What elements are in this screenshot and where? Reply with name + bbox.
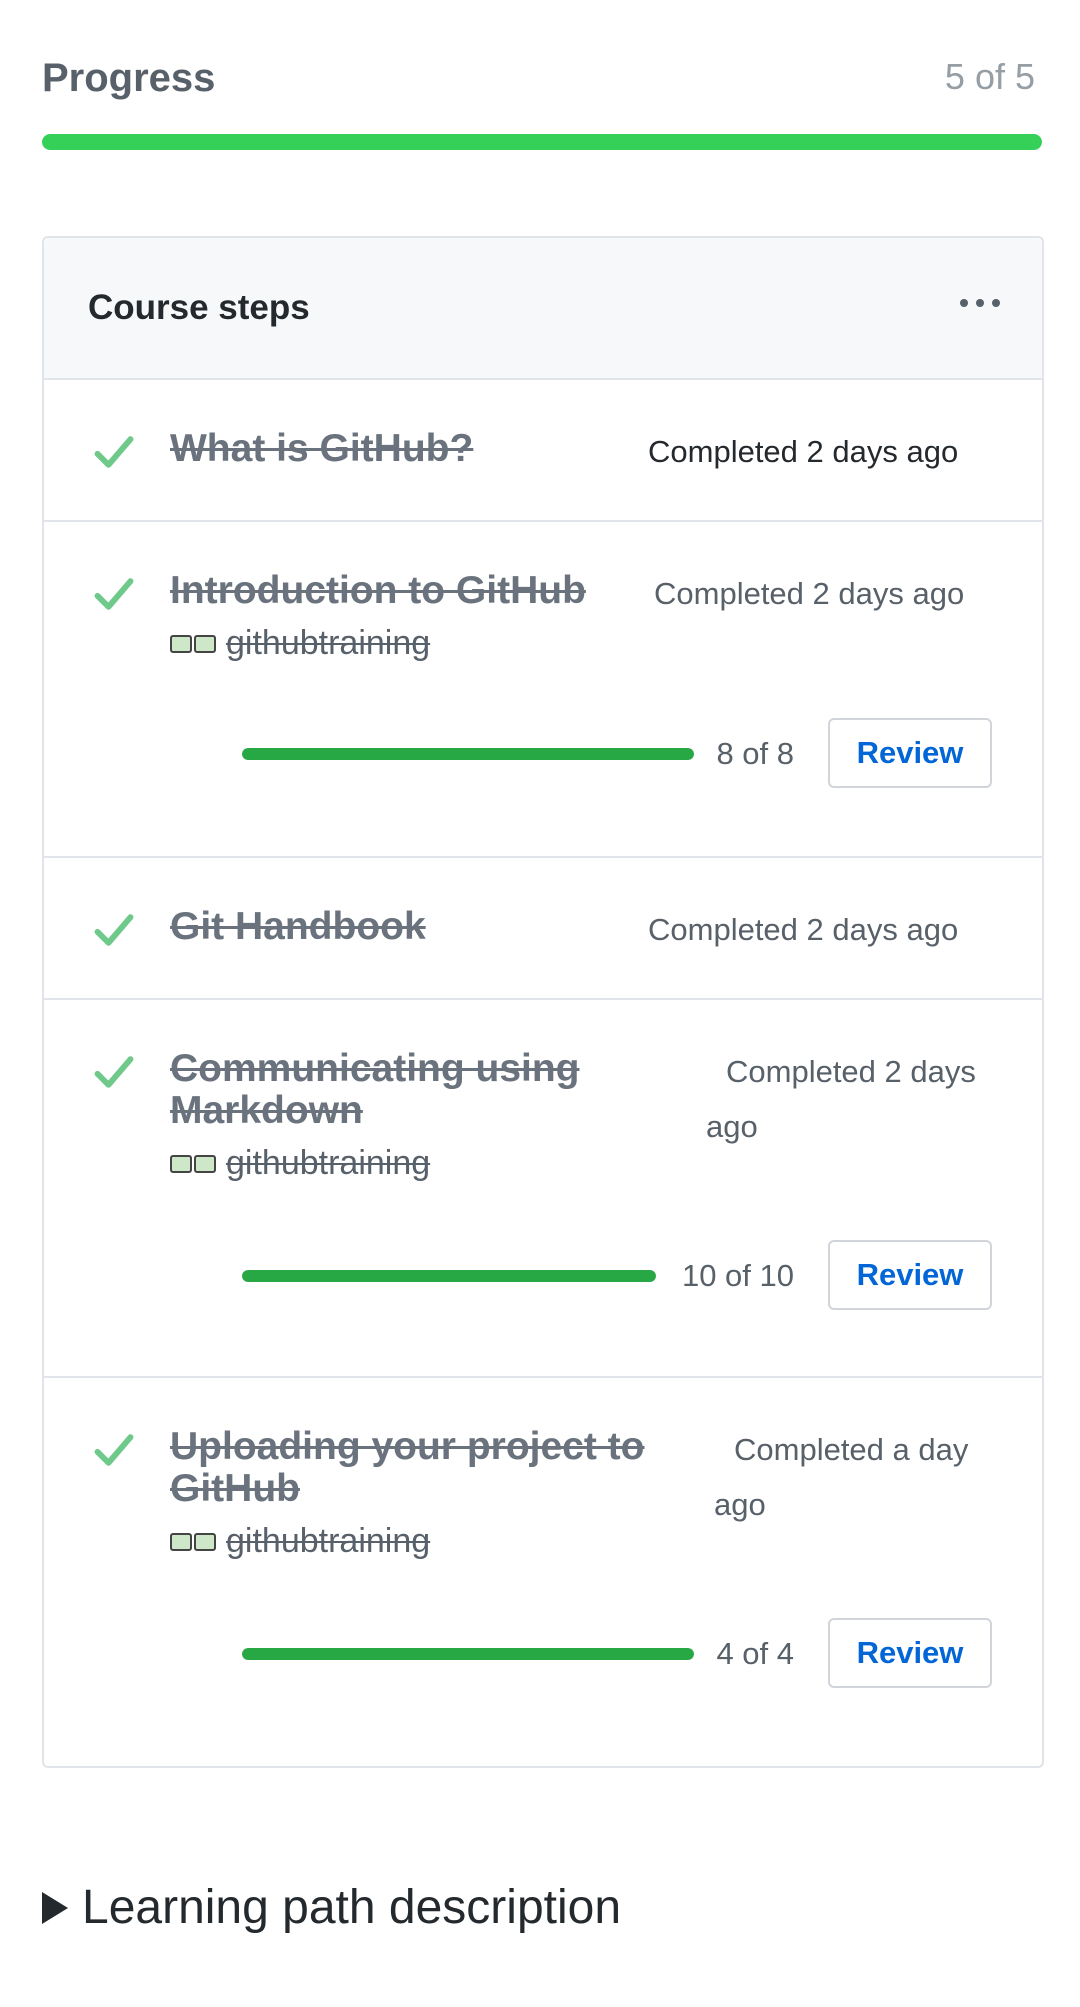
progress-title: Progress	[42, 56, 216, 100]
step-progress-count: 10 of 10	[681, 1258, 794, 1293]
check-icon	[94, 578, 134, 610]
owner-name: githubtraining	[226, 1522, 431, 1560]
step-title[interactable]: What is GitHub?	[170, 428, 473, 470]
check-icon	[94, 914, 134, 946]
step-row[interactable]: What is GitHub? Completed 2 days ago	[44, 378, 1042, 522]
step-status: Completed 2 days ago	[654, 576, 965, 611]
step-status: Completed 2 days ago	[706, 1054, 976, 1144]
step-status: Completed 2 days ago	[648, 912, 959, 947]
owner-name: githubtraining	[226, 1144, 431, 1182]
step-row[interactable]: Communicating using Markdown Completed 2…	[44, 998, 1042, 1378]
step-row[interactable]: Introduction to GitHub Completed 2 days …	[44, 520, 1042, 858]
step-title[interactable]: Communicating using Markdown	[170, 1048, 610, 1132]
course-steps-header: Course steps	[44, 238, 1042, 380]
learning-path-toggle[interactable]: Learning path description	[42, 1880, 621, 1935]
course-steps-card: Course steps What is GitHub? Completed 2…	[42, 236, 1044, 1768]
progress-count: 5 of 5	[944, 56, 1035, 97]
step-title[interactable]: Git Handbook	[170, 906, 426, 948]
step-status: Completed 2 days ago	[648, 434, 959, 469]
step-progress-count: 4 of 4	[716, 1636, 794, 1671]
review-button[interactable]: Review	[828, 718, 992, 788]
step-progress-bar	[242, 1270, 656, 1282]
course-steps-title: Course steps	[88, 288, 310, 327]
review-button[interactable]: Review	[828, 1618, 992, 1688]
step-progress-count: 8 of 8	[716, 736, 794, 771]
check-icon	[94, 436, 134, 468]
owner-avatars	[170, 1532, 218, 1551]
overall-progress-bar	[42, 134, 1042, 150]
step-progress-bar	[242, 1648, 694, 1660]
overall-progress-fill	[42, 134, 1042, 150]
step-row[interactable]: Git Handbook Completed 2 days ago	[44, 856, 1042, 1000]
step-progress-bar	[242, 748, 694, 760]
step-row[interactable]: Uploading your project to GitHub Complet…	[44, 1376, 1042, 1766]
check-icon	[94, 1434, 134, 1466]
check-icon	[94, 1056, 134, 1088]
step-owner[interactable]: githubtraining	[170, 1522, 430, 1561]
step-status: Completed a day ago	[714, 1432, 969, 1522]
step-title[interactable]: Uploading your project to GitHub	[170, 1426, 660, 1510]
step-progress-fill	[242, 748, 694, 760]
step-owner[interactable]: githubtraining	[170, 624, 430, 663]
step-progress-fill	[242, 1648, 694, 1660]
step-owner[interactable]: githubtraining	[170, 1144, 430, 1183]
owner-avatars	[170, 1154, 218, 1173]
review-button[interactable]: Review	[828, 1240, 992, 1310]
owner-avatars	[170, 634, 218, 653]
learning-path-label: Learning path description	[82, 1881, 622, 1934]
step-progress-fill	[242, 1270, 656, 1282]
triangle-right-icon	[42, 1891, 68, 1924]
more-horizontal-icon[interactable]	[960, 288, 1000, 318]
owner-name: githubtraining	[226, 624, 431, 662]
step-title[interactable]: Introduction to GitHub	[170, 570, 586, 612]
